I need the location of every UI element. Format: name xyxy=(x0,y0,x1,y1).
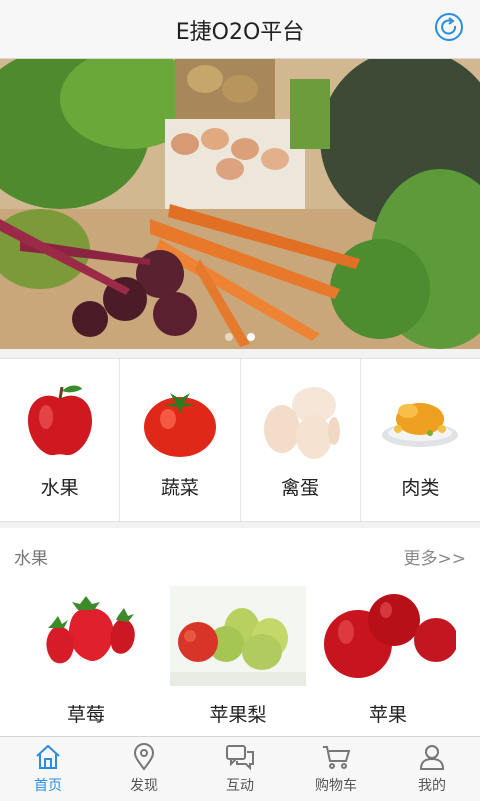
tomato-icon xyxy=(143,393,216,457)
roast-chicken-icon xyxy=(382,403,459,447)
fruit-section: 水果 更多>> 草莓 苹果梨 苹果 xyxy=(0,528,480,736)
product-name: 苹果 xyxy=(368,704,407,726)
tab-home[interactable]: 首页 xyxy=(0,737,96,801)
category-eggs[interactable]: 禽蛋 xyxy=(241,359,361,521)
red-apples-photo xyxy=(320,586,458,686)
location-pin-icon xyxy=(133,743,155,771)
chat-bubbles-icon xyxy=(226,745,254,771)
product-card-apple-pear[interactable]: 苹果梨 xyxy=(170,586,306,727)
eggs-icon xyxy=(264,387,341,459)
category-grid: 水果 蔬菜 禽蛋 肉类 xyxy=(0,358,480,522)
user-icon xyxy=(419,745,445,770)
category-label: 禽蛋 xyxy=(281,477,320,499)
tab-label: 互动 xyxy=(226,778,254,794)
banner-image xyxy=(0,59,480,349)
home-icon xyxy=(36,744,60,769)
tab-label: 发现 xyxy=(130,778,158,794)
banner-carousel[interactable] xyxy=(0,59,480,349)
tab-label: 我的 xyxy=(418,778,446,794)
more-link[interactable]: 更多>> xyxy=(404,544,467,569)
category-label: 水果 xyxy=(40,477,79,499)
carousel-dots xyxy=(0,326,480,345)
product-card-strawberry[interactable]: 草莓 xyxy=(18,586,154,727)
product-name: 苹果梨 xyxy=(209,704,267,726)
product-card-apple[interactable]: 苹果 xyxy=(320,586,458,727)
strawberries-photo xyxy=(18,586,154,686)
category-label: 蔬菜 xyxy=(160,477,199,499)
category-vegetables[interactable]: 蔬菜 xyxy=(120,359,241,521)
product-name: 草莓 xyxy=(66,704,105,726)
bottom-tab-bar: 首页 发现 互动 购物车 我的 xyxy=(0,736,480,801)
tab-discover[interactable]: 发现 xyxy=(96,737,192,801)
tab-interact[interactable]: 互动 xyxy=(192,737,288,801)
apple-icon xyxy=(27,385,92,456)
section-title: 水果 xyxy=(14,549,48,569)
carousel-dot-active[interactable] xyxy=(247,333,255,341)
page-title: E捷O2O平台 xyxy=(175,20,305,45)
tab-me[interactable]: 我的 xyxy=(384,737,480,801)
tab-label: 首页 xyxy=(34,778,62,794)
category-meat[interactable]: 肉类 xyxy=(361,359,480,521)
category-fruit[interactable]: 水果 xyxy=(0,359,121,521)
tab-cart[interactable]: 购物车 xyxy=(288,737,384,801)
cart-icon xyxy=(323,746,351,769)
category-label: 肉类 xyxy=(401,477,440,499)
app-header: E捷O2O平台 xyxy=(0,0,480,59)
tab-label: 购物车 xyxy=(315,778,357,794)
refresh-icon[interactable] xyxy=(434,12,464,42)
carousel-dot[interactable] xyxy=(225,333,233,341)
apple-pears-photo xyxy=(170,586,306,686)
